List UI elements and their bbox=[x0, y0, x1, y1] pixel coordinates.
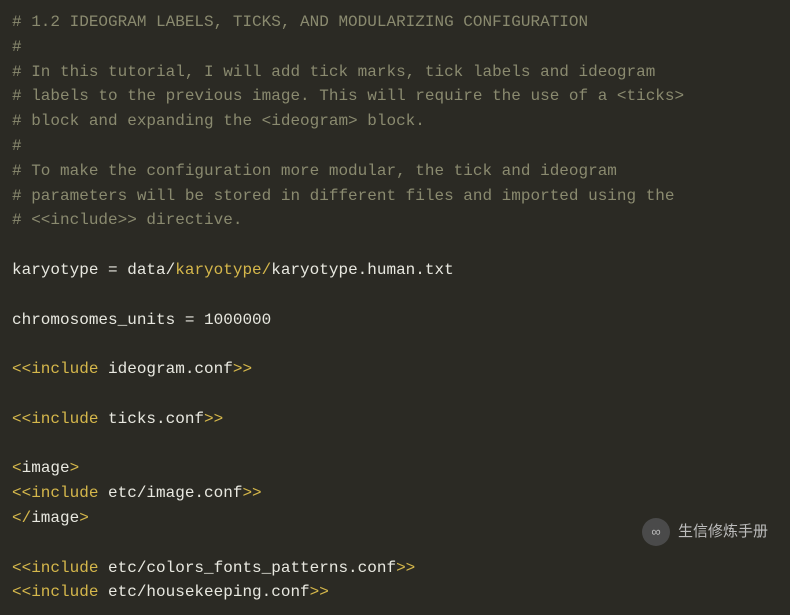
comment-text: # bbox=[12, 38, 22, 56]
code-line[interactable]: </image> bbox=[12, 506, 778, 531]
code-line[interactable]: # <<include>> directive. bbox=[12, 208, 778, 233]
tag-name: image bbox=[31, 509, 79, 527]
code-line[interactable]: # labels to the previous image. This wil… bbox=[12, 84, 778, 109]
code-line[interactable] bbox=[12, 432, 778, 457]
tag-open: < bbox=[12, 459, 22, 477]
code-line[interactable]: chromosomes_units = 1000000 bbox=[12, 308, 778, 333]
code-line[interactable]: # bbox=[12, 35, 778, 60]
code-line[interactable] bbox=[12, 531, 778, 556]
comment-text: # In this tutorial, I will add tick mark… bbox=[12, 63, 655, 81]
code-line[interactable]: <<include ideogram.conf>> bbox=[12, 357, 778, 382]
code-line[interactable]: karyotype = data/karyotype/karyotype.hum… bbox=[12, 258, 778, 283]
include-close: >> bbox=[242, 484, 261, 502]
comment-text: # To make the configuration more modular… bbox=[12, 162, 617, 180]
code-line[interactable] bbox=[12, 332, 778, 357]
code-line[interactable] bbox=[12, 233, 778, 258]
include-file: etc/image.conf bbox=[108, 484, 242, 502]
assign-lhs: karyotype = data/ bbox=[12, 261, 175, 279]
code-line[interactable] bbox=[12, 382, 778, 407]
include-open: <<include bbox=[12, 410, 108, 428]
tag-name: image bbox=[22, 459, 70, 477]
code-line[interactable] bbox=[12, 283, 778, 308]
code-line[interactable]: # bbox=[12, 134, 778, 159]
code-line[interactable]: <<include etc/image.conf>> bbox=[12, 481, 778, 506]
code-line[interactable]: # parameters will be stored in different… bbox=[12, 184, 778, 209]
comment-text: # 1.2 IDEOGRAM LABELS, TICKS, AND MODULA… bbox=[12, 13, 588, 31]
include-close: >> bbox=[310, 583, 329, 601]
comment-text: # labels to the previous image. This wil… bbox=[12, 87, 684, 105]
code-line[interactable]: # block and expanding the <ideogram> blo… bbox=[12, 109, 778, 134]
tag-open: </ bbox=[12, 509, 31, 527]
include-close: >> bbox=[233, 360, 252, 378]
include-close: >> bbox=[204, 410, 223, 428]
code-line[interactable]: <<include etc/housekeeping.conf>> bbox=[12, 580, 778, 605]
code-editor[interactable]: # 1.2 IDEOGRAM LABELS, TICKS, AND MODULA… bbox=[0, 0, 790, 615]
assign-path: karyotype/ bbox=[175, 261, 271, 279]
comment-text: # block and expanding the <ideogram> blo… bbox=[12, 112, 425, 130]
include-file: ideogram.conf bbox=[108, 360, 233, 378]
code-line[interactable]: # To make the configuration more modular… bbox=[12, 159, 778, 184]
comment-text: # <<include>> directive. bbox=[12, 211, 242, 229]
include-open: <<include bbox=[12, 484, 108, 502]
config-line: chromosomes_units = 1000000 bbox=[12, 311, 271, 329]
code-line[interactable]: <image> bbox=[12, 456, 778, 481]
assign-rhs: karyotype.human.txt bbox=[271, 261, 453, 279]
include-open: <<include bbox=[12, 583, 108, 601]
code-line[interactable]: <<include ticks.conf>> bbox=[12, 407, 778, 432]
tag-close: > bbox=[70, 459, 80, 477]
include-open: <<include bbox=[12, 360, 108, 378]
include-file: etc/housekeeping.conf bbox=[108, 583, 310, 601]
code-line[interactable]: # 1.2 IDEOGRAM LABELS, TICKS, AND MODULA… bbox=[12, 10, 778, 35]
comment-text: # parameters will be stored in different… bbox=[12, 187, 675, 205]
code-line[interactable]: # In this tutorial, I will add tick mark… bbox=[12, 60, 778, 85]
tag-close: > bbox=[79, 509, 89, 527]
include-file: ticks.conf bbox=[108, 410, 204, 428]
comment-text: # bbox=[12, 137, 22, 155]
